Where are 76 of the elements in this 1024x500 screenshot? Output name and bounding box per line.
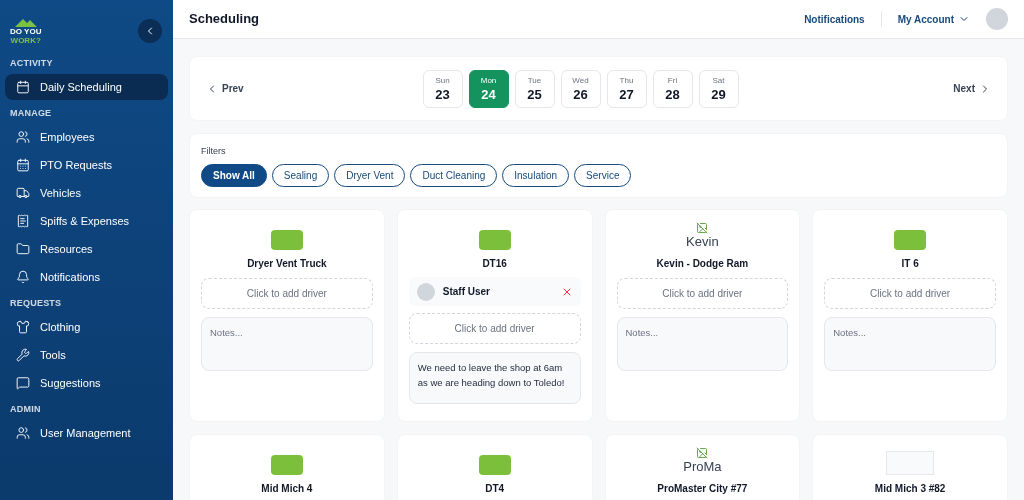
truck-icon (16, 186, 30, 200)
account-menu[interactable]: My Account (897, 11, 970, 27)
vehicle-name: Mid Mich 4 (260, 482, 314, 496)
sidebar-item[interactable]: Tools (5, 342, 168, 368)
next-button[interactable]: Next (953, 81, 991, 96)
broken-image-icon (696, 222, 709, 234)
vehicle-name: DT4 (484, 482, 506, 496)
notes-field[interactable]: Notes... (201, 317, 373, 371)
vehicle-photo-placeholder (478, 230, 511, 250)
vehicle-name: IT 6 (900, 257, 920, 271)
wrench-icon (16, 348, 30, 362)
day-tab[interactable]: Mon 24 (468, 69, 509, 108)
driver-avatar (416, 282, 435, 301)
filter-chip[interactable]: Dryer Vent (334, 163, 406, 187)
day-tab[interactable]: Thu 27 (606, 69, 647, 108)
day-tab[interactable]: Sat 29 (698, 69, 739, 108)
sidebar-item[interactable]: Suggestions (5, 370, 168, 396)
filters-label: Filters (201, 145, 227, 158)
shirt-icon (16, 320, 30, 334)
sidebar-item[interactable]: Notifications (5, 264, 168, 290)
vehicle-photo-placeholder (478, 455, 511, 475)
vehicle-name: DT16 (481, 257, 508, 271)
filter-chip[interactable]: Service (574, 163, 632, 187)
day-tab[interactable]: Wed 26 (560, 69, 601, 108)
section-title: MANAGE (9, 107, 53, 121)
sidebar-item[interactable]: Spiffs & Expenses (5, 208, 168, 234)
section-title: ACTIVITY (9, 57, 54, 71)
filter-chip[interactable]: Sealing (271, 163, 330, 187)
sidebar-item[interactable]: PTO Requests (5, 152, 168, 178)
vehicle-photo-placeholder (894, 230, 927, 250)
bell-icon (16, 270, 30, 284)
logo: DO YOU WORK? (10, 17, 42, 45)
driver-name: Staff User (442, 285, 490, 299)
image-alt-text: Kevin (686, 234, 719, 250)
vehicle-photo-placeholder (270, 455, 303, 475)
day-tab[interactable]: Fri 28 (652, 69, 693, 108)
add-driver-button[interactable]: Click to add driver (408, 313, 581, 344)
mountain-logo-icon (14, 17, 37, 27)
sidebar-item[interactable]: User Management (5, 420, 168, 446)
receipt-icon (16, 214, 30, 228)
section-title: REQUESTS (9, 297, 63, 311)
prev-button[interactable]: Prev (206, 81, 244, 96)
broken-image-icon (696, 447, 709, 459)
sidebar-item[interactable]: Daily Scheduling (5, 74, 168, 100)
add-driver-button[interactable]: Click to add driver (201, 278, 373, 309)
notes-field[interactable]: Notes... (616, 317, 789, 371)
chat-bubble-icon (16, 376, 30, 390)
add-driver-button[interactable]: Click to add driver (616, 278, 789, 309)
vehicle-name: Kevin - Dodge Ram (655, 257, 750, 271)
day-tab[interactable]: Sun 23 (422, 69, 463, 108)
filter-chip[interactable]: Show All (201, 163, 267, 187)
notes-field[interactable]: We need to leave the shop at 6am as we are heading down to Toledo! (408, 352, 581, 404)
section-title: ADMIN (9, 403, 42, 417)
vehicle-name: Dryer Vent Truck (246, 257, 328, 271)
notes-field[interactable]: Notes... (824, 317, 996, 371)
notifications-link[interactable]: Notifications (804, 11, 865, 27)
folder-icon (16, 242, 30, 256)
sidebar-item[interactable]: Clothing (5, 314, 168, 340)
filter-chip[interactable]: Insulation (502, 163, 570, 187)
sidebar-item[interactable]: Vehicles (5, 180, 168, 206)
calendar-icon (16, 80, 30, 94)
vehicle-name: Mid Mich 3 #82 (873, 482, 947, 496)
image-alt-text: ProMa (683, 459, 722, 475)
page-title: Scheduling (189, 10, 260, 29)
image-placeholder (886, 451, 935, 475)
users-icon (16, 130, 30, 144)
calendar-icon (16, 158, 30, 172)
vehicle-name: ProMaster City #77 (656, 482, 749, 496)
filter-chip[interactable]: Duct Cleaning (410, 163, 498, 187)
add-driver-button[interactable]: Click to add driver (824, 278, 996, 309)
users-icon (16, 426, 30, 440)
collapse-button[interactable] (138, 19, 162, 43)
day-tab[interactable]: Tue 25 (514, 69, 555, 108)
vehicle-photo-placeholder (270, 230, 303, 250)
sidebar-item[interactable]: Resources (5, 236, 168, 262)
sidebar-item[interactable]: Employees (5, 124, 168, 150)
